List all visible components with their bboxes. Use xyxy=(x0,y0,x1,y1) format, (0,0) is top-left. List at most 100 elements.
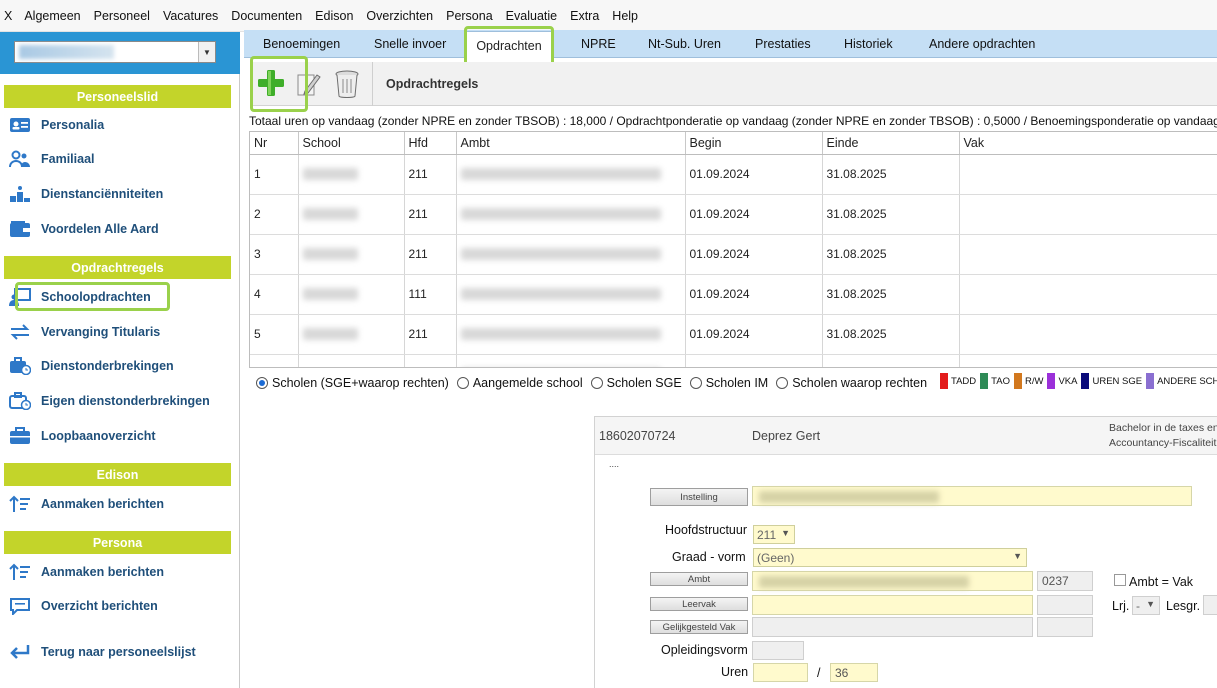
table-row[interactable] xyxy=(250,354,1217,367)
opleidingsvorm-field[interactable] xyxy=(752,641,804,660)
sidebar-item-loopbaanoverzicht[interactable]: Loopbaanoverzicht xyxy=(8,425,232,447)
gelijkgesteld-vak-field[interactable] xyxy=(752,617,1033,637)
menu-item-persona[interactable]: Persona xyxy=(446,9,493,23)
menu-item-vacatures[interactable]: Vacatures xyxy=(163,9,218,23)
radio-scholen-sge-rechten[interactable]: Scholen (SGE+waarop rechten) xyxy=(256,376,449,390)
sidebar-item-voordelen[interactable]: Voordelen Alle Aard xyxy=(8,218,232,240)
legend-tao: TAO xyxy=(980,373,1010,389)
toolbar-title: Opdrachtregels xyxy=(386,77,479,91)
cell-nr: 1 xyxy=(250,154,299,195)
cell-ambt xyxy=(456,194,686,235)
sidebar-item-label: Personalia xyxy=(41,118,105,132)
table-row[interactable]: 5 211 01.09.2024 31.08.2025 xyxy=(250,314,1217,355)
radio-button[interactable] xyxy=(456,377,469,389)
sidebar-item-dienstonderbrekingen[interactable]: Dienstonderbrekingen xyxy=(8,355,232,377)
radio-scholen-rechten[interactable]: Scholen waarop rechten xyxy=(776,376,927,390)
select-value: (Geen) xyxy=(757,550,795,565)
cell-einde: 31.08.2025 xyxy=(822,234,960,275)
ambt-field[interactable] xyxy=(752,571,1033,591)
col-hfd[interactable]: Hfd xyxy=(404,132,457,155)
legend-rw: R/W xyxy=(1013,373,1043,389)
cell-begin: 01.09.2024 xyxy=(685,234,823,275)
uren-total-field[interactable]: 36 xyxy=(830,663,878,682)
radio-scholen-sge[interactable]: Scholen SGE xyxy=(590,376,682,390)
menu-item-edison[interactable]: Edison xyxy=(315,9,353,23)
radio-button[interactable] xyxy=(590,377,603,389)
toolbar-separator xyxy=(372,62,373,106)
instelling-field[interactable] xyxy=(752,486,1192,506)
menu-item-help[interactable]: Help xyxy=(612,9,638,23)
sidebar-item-edison-aanmaken[interactable]: Aanmaken berichten xyxy=(8,493,232,515)
sidebar-item-dienstancienniteiten[interactable]: Dienstanciënniteiten xyxy=(8,183,232,205)
table-row[interactable]: 3 211 01.09.2024 31.08.2025 xyxy=(250,234,1217,275)
hoofdstructuur-select[interactable]: 211 ▼ xyxy=(753,525,795,544)
leervak-field[interactable] xyxy=(752,595,1033,615)
sidebar-item-persona-aanmaken[interactable]: Aanmaken berichten xyxy=(8,561,232,583)
radio-button[interactable] xyxy=(256,377,268,389)
gelijkgesteld-vak-button[interactable]: Gelijkgesteld Vak xyxy=(650,620,748,634)
sidebar-item-personalia[interactable]: Personalia xyxy=(8,114,232,136)
cell-ambt xyxy=(456,154,686,195)
sidebar-item-overzicht-berichten[interactable]: Overzicht berichten xyxy=(8,595,232,617)
radio-button[interactable] xyxy=(776,377,789,389)
redacted-value xyxy=(302,248,358,260)
leervak-code-field[interactable] xyxy=(1037,595,1093,615)
uren-field[interactable] xyxy=(753,663,808,682)
instelling-button[interactable]: Instelling xyxy=(650,488,748,506)
graad-vorm-select[interactable]: (Geen) ▼ xyxy=(753,548,1027,567)
tab-historiek[interactable]: Historiek xyxy=(844,37,893,51)
menu-item-algemeen[interactable]: Algemeen xyxy=(24,9,80,23)
sidebar-item-label: Overzicht berichten xyxy=(41,599,158,613)
sidebar-item-vervanging[interactable]: Vervanging Titularis xyxy=(8,321,232,343)
col-school[interactable]: School xyxy=(298,132,405,155)
highlight-schoolopdrachten xyxy=(15,282,170,311)
cell-school xyxy=(298,194,405,235)
ambt-vak-checkbox[interactable] xyxy=(1114,574,1126,586)
tab-nt-sub-uren[interactable]: Nt-Sub. Uren xyxy=(648,37,721,51)
ambt-button[interactable]: Ambt xyxy=(650,572,748,586)
menu-item-extra[interactable]: Extra xyxy=(570,9,599,23)
menu-item-evaluatie[interactable]: Evaluatie xyxy=(506,9,557,23)
tab-andere-opdrachten[interactable]: Andere opdrachten xyxy=(929,37,1035,51)
detail-header: 18602070724 Deprez Gert Bachelor in de t… xyxy=(595,417,1217,455)
sidebar-item-eigen-dienstonderbrekingen[interactable]: Eigen dienstonderbrekingen xyxy=(8,390,232,412)
leervak-button[interactable]: Leervak xyxy=(650,597,748,611)
trash-icon[interactable] xyxy=(332,68,362,100)
cell-begin: 01.09.2024 xyxy=(685,194,823,235)
back-to-list-link[interactable]: Terug naar personeelslijst xyxy=(8,641,232,663)
cell-begin: 01.09.2024 xyxy=(685,314,823,355)
col-vak[interactable]: Vak xyxy=(959,132,1217,155)
chevron-down-icon[interactable]: ▼ xyxy=(198,42,215,62)
tab-snelle-invoer[interactable]: Snelle invoer xyxy=(374,37,446,51)
col-begin[interactable]: Begin xyxy=(685,132,823,155)
col-ambt[interactable]: Ambt xyxy=(456,132,686,155)
col-einde[interactable]: Einde xyxy=(822,132,960,155)
menu-bar: X Algemeen Personeel Vacatures Documenten Edi… xyxy=(0,0,1217,32)
tab-npre[interactable]: NPRE xyxy=(581,37,616,51)
sidebar-item-familiaal[interactable]: Familiaal xyxy=(8,148,232,170)
diploma-line1: Bachelor in de taxes en xyxy=(1109,422,1217,434)
cell-school xyxy=(298,154,405,195)
cell-vak xyxy=(959,314,1217,355)
gelijkgesteld-vak-code-field[interactable] xyxy=(1037,617,1093,637)
radio-button[interactable] xyxy=(689,377,702,389)
lesgr-field[interactable] xyxy=(1203,595,1217,615)
radio-scholen-im[interactable]: Scholen IM xyxy=(689,376,768,390)
menu-item-overzichten[interactable]: Overzichten xyxy=(366,9,433,23)
table-row[interactable]: 2 211 01.09.2024 31.08.2025 xyxy=(250,194,1217,235)
sidebar-item-label: Voordelen Alle Aard xyxy=(41,222,159,236)
cell-vak xyxy=(959,154,1217,195)
lrj-select[interactable]: - ▼ xyxy=(1132,596,1160,615)
menu-item-x[interactable]: X xyxy=(4,9,12,23)
cell-einde: 31.08.2025 xyxy=(822,274,960,315)
ambt-code-field[interactable]: 0237 xyxy=(1037,571,1093,591)
col-nr[interactable]: Nr xyxy=(250,132,299,155)
menu-item-personeel[interactable]: Personeel xyxy=(94,9,150,23)
tab-prestaties[interactable]: Prestaties xyxy=(755,37,811,51)
tab-benoemingen[interactable]: Benoemingen xyxy=(263,37,340,51)
table-row[interactable]: 4 111 01.09.2024 31.08.2025 xyxy=(250,274,1217,315)
menu-item-documenten[interactable]: Documenten xyxy=(231,9,302,23)
radio-aangemelde-school[interactable]: Aangemelde school xyxy=(456,376,583,390)
personnel-select[interactable]: ▼ xyxy=(14,41,216,63)
table-row[interactable]: 1 211 01.09.2024 31.08.2025 xyxy=(250,154,1217,195)
